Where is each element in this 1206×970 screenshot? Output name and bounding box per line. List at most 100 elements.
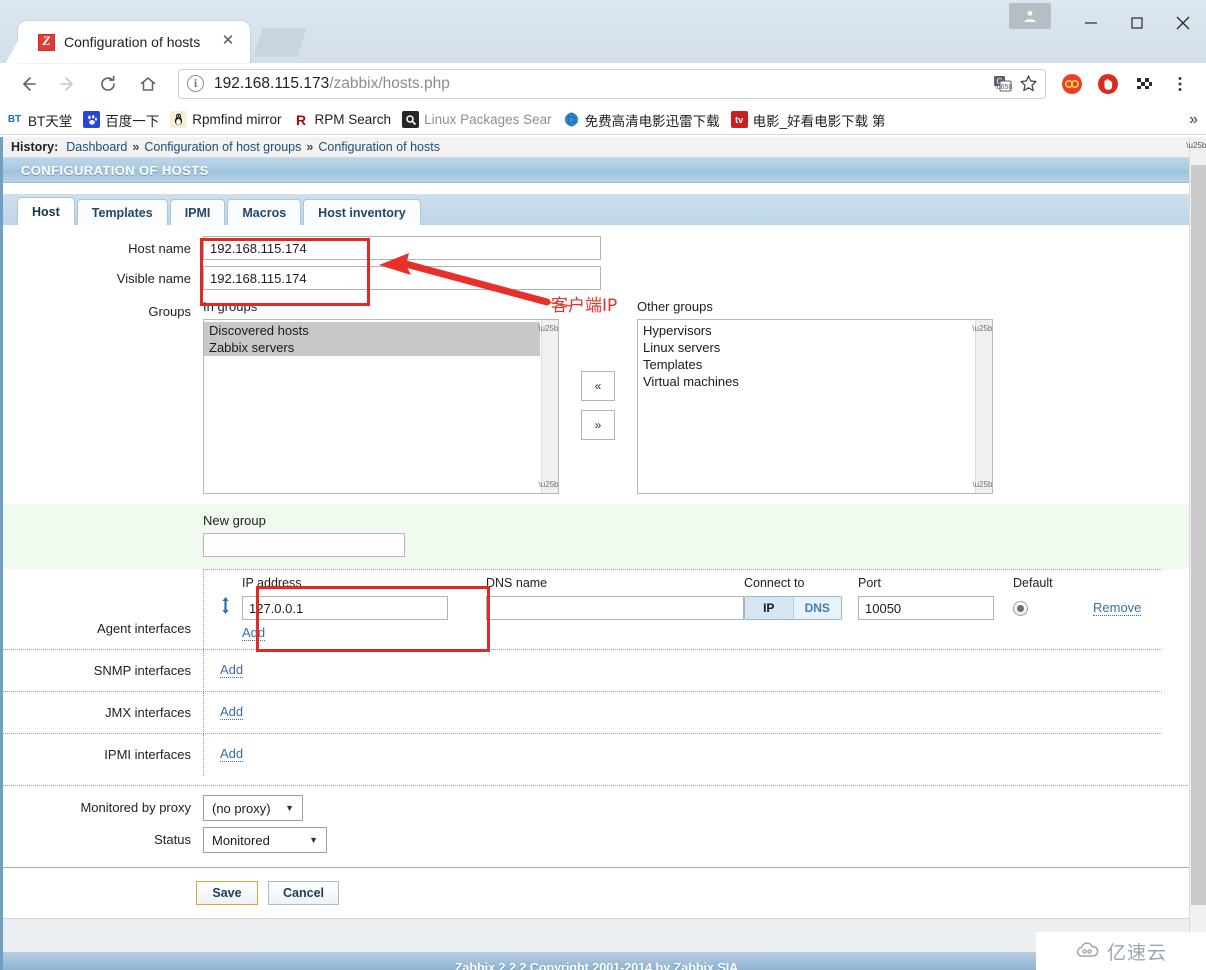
checkered-flag-icon[interactable] — [1130, 70, 1158, 98]
zabbix-footer: Zabbix 2.2.2 Copyright 2001-2014 by Zabb… — [3, 952, 1190, 970]
address-bar[interactable]: i 192.168.115.173/zabbix/hosts.php G \u6… — [178, 68, 1046, 99]
browser-navigation-bar: i 192.168.115.173/zabbix/hosts.php G \u6… — [0, 63, 1206, 105]
tab-host-inventory[interactable]: Host inventory — [303, 199, 421, 225]
in-groups-listbox[interactable]: Discovered hosts Zabbix servers \u25b2 \… — [203, 319, 559, 494]
monitored-by-proxy-value: (no proxy) — [212, 800, 271, 816]
browser-menu-icon[interactable] — [1166, 70, 1194, 98]
bookmark-label: RPM Search — [314, 112, 392, 127]
in-groups-block: In groups Discovered hosts Zabbix server… — [203, 299, 559, 494]
tab-ipmi[interactable]: IPMI — [169, 199, 226, 225]
save-button[interactable]: Save — [196, 881, 258, 905]
move-left-button[interactable]: « — [581, 371, 615, 401]
list-item[interactable]: Linux servers — [638, 339, 974, 356]
snmp-interfaces-body: Add — [203, 649, 1162, 692]
bookmark-star-icon[interactable] — [1015, 71, 1041, 97]
in-groups-items: Discovered hosts Zabbix servers — [204, 320, 540, 356]
scroll-up-icon[interactable]: \u25b2 — [972, 320, 992, 337]
bookmark-item[interactable]: 免费高清电影迅雷下载 — [563, 110, 720, 130]
page-info-icon[interactable]: i — [187, 75, 204, 92]
visible-name-label: Visible name — [116, 271, 191, 286]
back-icon[interactable] — [11, 67, 45, 101]
scroll-down-icon[interactable]: \u25bc — [972, 476, 992, 493]
connect-dns-option[interactable]: DNS — [793, 597, 841, 619]
port-header: Port — [858, 576, 881, 590]
visible-name-input[interactable] — [203, 266, 601, 290]
bookmark-item[interactable]: tv 电影_好看电影下载 第 — [730, 110, 886, 130]
interface-ip-input[interactable] — [242, 596, 448, 620]
ipmi-interfaces-row: IPMI interfaces Add — [3, 733, 1162, 776]
radio-dot — [1017, 604, 1024, 612]
tab-close-icon[interactable]: ✕ — [220, 33, 236, 49]
groups-label: Groups — [148, 304, 191, 319]
list-item[interactable]: Hypervisors — [638, 322, 974, 339]
window-minimize-button[interactable] — [1068, 0, 1114, 46]
scrollbar-thumb[interactable] — [1191, 165, 1206, 905]
other-groups-scrollbar[interactable]: \u25b2 \u25bc — [972, 320, 992, 493]
watermark-text: 亿速云 — [1106, 941, 1167, 964]
move-right-button[interactable]: » — [581, 410, 615, 440]
ipmi-interfaces-label: IPMI interfaces — [104, 747, 191, 762]
page-viewport: History: Dashboard » Configuration of ho… — [0, 137, 1206, 970]
new-group-input[interactable] — [203, 533, 405, 557]
connect-ip-option[interactable]: IP — [745, 597, 794, 619]
tab-macros[interactable]: Macros — [227, 199, 302, 225]
connect-to-toggle[interactable]: IP DNS — [744, 596, 842, 620]
bookmark-item[interactable]: Linux Packages Sear — [402, 111, 552, 128]
bookmark-item[interactable]: BT BT天堂 — [6, 110, 72, 130]
page-bottom-strip — [3, 918, 1190, 952]
tab-templates[interactable]: Templates — [76, 199, 168, 225]
host-name-input[interactable] — [203, 236, 601, 260]
default-interface-radio[interactable] — [1013, 600, 1028, 616]
tab-label: Host inventory — [318, 205, 406, 220]
monitored-by-proxy-label: Monitored by proxy — [80, 800, 191, 815]
window-maximize-button[interactable] — [1114, 0, 1160, 46]
bookmark-item[interactable]: Rpmfind mirror — [170, 111, 282, 128]
page-scrollbar[interactable]: \u25b2 \u25ac — [1186, 137, 1206, 970]
in-groups-scrollbar[interactable]: \u25b2 \u25bc — [538, 320, 558, 493]
forward-icon[interactable] — [51, 67, 85, 101]
profile-icon[interactable] — [1009, 3, 1051, 29]
list-item[interactable]: Templates — [638, 356, 974, 373]
adblock-hand-icon[interactable] — [1094, 70, 1122, 98]
home-icon[interactable] — [131, 67, 165, 101]
jmx-interfaces-row: JMX interfaces Add — [3, 691, 1162, 734]
browser-tab[interactable]: Configuration of hosts ✕ — [18, 21, 250, 63]
bookmark-item[interactable]: R RPM Search — [293, 111, 392, 128]
bookmarks-overflow-icon[interactable]: » — [1189, 111, 1198, 129]
status-select[interactable]: Monitored ▼ — [203, 827, 327, 853]
breadcrumb-dashboard[interactable]: Dashboard — [66, 140, 127, 154]
breadcrumb-hosts[interactable]: Configuration of hosts — [318, 140, 440, 154]
tab-host[interactable]: Host — [17, 197, 75, 225]
list-item[interactable]: Virtual machines — [638, 373, 974, 390]
cancel-button[interactable]: Cancel — [268, 881, 339, 905]
add-agent-interface-link[interactable]: Add — [242, 626, 266, 641]
breadcrumb-host-groups[interactable]: Configuration of host groups — [144, 140, 301, 154]
drag-handle-icon[interactable] — [220, 597, 242, 619]
window-close-button[interactable] — [1160, 0, 1206, 46]
new-tab-button[interactable] — [253, 28, 307, 57]
remove-interface-link[interactable]: Remove — [1093, 601, 1142, 616]
scroll-up-icon[interactable]: \u25b2 — [1186, 137, 1206, 154]
monitored-by-proxy-select[interactable]: (no proxy) ▼ — [203, 795, 303, 821]
zabbix-favicon-icon — [38, 33, 55, 51]
status-label: Status — [154, 832, 191, 847]
other-groups-items: Hypervisors Linux servers Templates Virt… — [638, 320, 974, 390]
other-groups-listbox[interactable]: Hypervisors Linux servers Templates Virt… — [637, 319, 993, 494]
translate-icon[interactable]: G \u6587 — [989, 71, 1015, 97]
reload-icon[interactable] — [91, 67, 125, 101]
list-item[interactable]: Zabbix servers — [204, 339, 540, 356]
interface-dns-input[interactable] — [486, 596, 744, 620]
ip-address-header: IP address — [242, 576, 302, 590]
add-jmx-interface-link[interactable]: Add — [220, 705, 244, 720]
add-ipmi-interface-link[interactable]: Add — [220, 747, 244, 762]
scroll-down-icon[interactable]: \u25bc — [538, 476, 558, 493]
bookmark-label: 电影_好看电影下载 第 — [752, 113, 886, 129]
bookmark-label: Rpmfind mirror — [192, 112, 282, 127]
interface-port-input[interactable] — [858, 596, 994, 620]
add-snmp-interface-link[interactable]: Add — [220, 663, 244, 678]
list-item[interactable]: Discovered hosts — [204, 322, 540, 339]
window-controls — [1068, 0, 1206, 46]
scroll-up-icon[interactable]: \u25b2 — [538, 320, 558, 337]
bookmark-item[interactable]: 百度一下 — [83, 110, 159, 130]
infinity-extension-icon[interactable] — [1058, 70, 1086, 98]
